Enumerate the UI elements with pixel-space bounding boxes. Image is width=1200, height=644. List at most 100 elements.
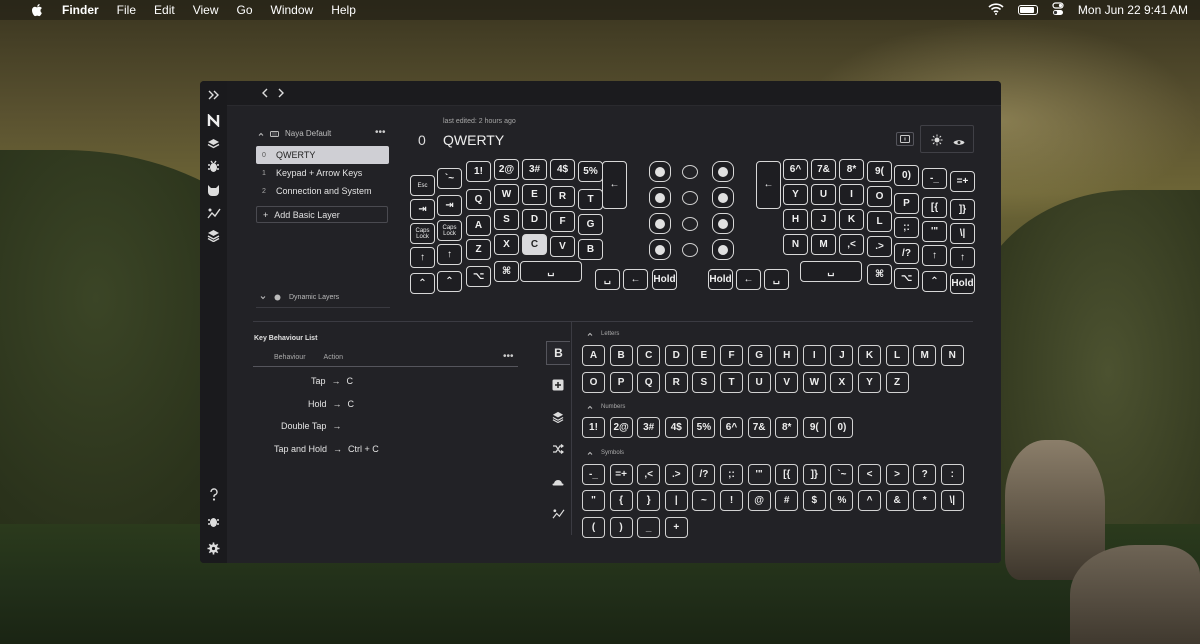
keyboard-key[interactable]: ⌃	[922, 271, 947, 292]
keyboard-key[interactable]: F	[550, 211, 575, 232]
palette-key[interactable]: |	[664, 490, 688, 511]
keyboard-key[interactable]: L	[867, 211, 892, 232]
brightness-icon[interactable]	[931, 133, 943, 151]
keyboard-key[interactable]: Caps Lock	[437, 220, 462, 241]
keyboard-key[interactable]: R	[550, 186, 575, 207]
palette-key[interactable]: A	[582, 345, 605, 366]
palette-key[interactable]: F	[720, 345, 743, 366]
palette-key[interactable]: N	[940, 345, 964, 366]
keyboard-key[interactable]: Q	[466, 189, 491, 210]
eye-icon[interactable]	[953, 134, 965, 152]
keyboard-key[interactable]: 2@	[494, 159, 519, 180]
keyboard-key[interactable]: Hold	[708, 269, 733, 290]
tab-gestures[interactable]	[546, 501, 570, 525]
tab-layers[interactable]	[546, 405, 570, 429]
palette-key[interactable]: K	[858, 345, 881, 366]
keyboard-key[interactable]: I	[839, 184, 864, 205]
keyboard-key[interactable]: J	[811, 209, 836, 230]
keyboard-key[interactable]: U	[811, 184, 836, 205]
menu-edit[interactable]: Edit	[154, 3, 175, 17]
keyboard-key[interactable]: ,<	[839, 234, 864, 255]
numbers-section-header[interactable]: Numbers	[587, 404, 625, 410]
palette-key[interactable]: S	[692, 372, 716, 393]
palette-key[interactable]: _	[637, 517, 661, 538]
keyboard-key[interactable]: 1!	[466, 161, 491, 182]
keyboard-key[interactable]: E	[522, 184, 547, 205]
palette-key[interactable]: "	[582, 490, 605, 511]
keyboard-key[interactable]: Hold	[950, 273, 975, 294]
palette-key[interactable]: \|	[940, 490, 964, 511]
keyboard-key[interactable]: K	[839, 209, 864, 230]
info-panel-button[interactable]	[896, 132, 914, 146]
keyboard-key[interactable]: N	[783, 234, 808, 255]
keyboard-key[interactable]: '"	[922, 221, 947, 242]
palette-key[interactable]: *	[913, 490, 937, 511]
keyboard-key[interactable]: 6^	[783, 159, 808, 180]
palette-key[interactable]: ^	[858, 490, 881, 511]
palette-key[interactable]: 9(	[802, 417, 826, 438]
palette-key[interactable]: G	[747, 345, 771, 366]
control-center-icon[interactable]	[1052, 1, 1064, 19]
mouse-button-key[interactable]	[649, 187, 671, 208]
keyboard-key[interactable]: 3#	[522, 159, 547, 180]
keyboard-key[interactable]: ␣	[800, 261, 862, 282]
cat-icon[interactable]	[206, 182, 221, 197]
menu-window[interactable]: Window	[271, 3, 314, 17]
palette-key[interactable]: R	[664, 372, 688, 393]
mouse-button-key[interactable]	[712, 213, 734, 234]
menu-view[interactable]: View	[193, 3, 219, 17]
keyboard-key[interactable]: ]}	[950, 199, 975, 220]
keyboard-key[interactable]: T	[578, 189, 603, 210]
palette-key[interactable]: `~	[830, 464, 854, 485]
palette-key[interactable]: 0)	[830, 417, 854, 438]
layer-group-more-icon[interactable]: •••	[375, 127, 386, 138]
keyboard-key[interactable]: ←	[736, 269, 761, 290]
palette-key[interactable]: }	[637, 490, 661, 511]
back-arrow-icon[interactable]	[258, 86, 272, 100]
symbols-section-header[interactable]: Symbols	[587, 450, 624, 456]
palette-key[interactable]: L	[885, 345, 909, 366]
palette-key[interactable]: ?	[913, 464, 937, 485]
palette-key[interactable]: W	[802, 372, 826, 393]
keyboard-key[interactable]: Hold	[652, 269, 677, 290]
keyboard-key[interactable]: A	[466, 215, 491, 236]
layer-title[interactable]: QWERTY	[443, 132, 504, 148]
tab-mouse[interactable]	[546, 469, 570, 493]
keyboard-key[interactable]: ␣	[764, 269, 789, 290]
keyboard-key[interactable]: 0)	[894, 165, 919, 186]
keyboard-key[interactable]: Esc	[410, 175, 435, 196]
palette-key[interactable]: U	[747, 372, 771, 393]
keyboard-key[interactable]: ⇥	[410, 199, 435, 220]
tab-basic-keys[interactable]: B	[546, 341, 570, 365]
palette-key[interactable]: =+	[609, 464, 633, 485]
keyboard-key[interactable]: ⌘	[494, 261, 519, 282]
keyboard-key[interactable]: ⌃	[437, 271, 462, 292]
keyboard-key[interactable]: ⌃	[410, 273, 435, 294]
expand-sidebar-icon[interactable]	[206, 87, 221, 102]
mouse-button-key[interactable]	[649, 239, 671, 260]
keyboard-key[interactable]: ←	[756, 161, 781, 209]
palette-key[interactable]: /?	[692, 464, 716, 485]
palette-key[interactable]: !	[720, 490, 743, 511]
keyboard-key[interactable]: Caps Lock	[410, 223, 435, 244]
menu-file[interactable]: File	[117, 3, 136, 17]
behaviour-row-tap[interactable]: Tap → C	[311, 376, 353, 386]
behaviour-row-double-tap[interactable]: Double Tap →	[281, 421, 347, 431]
menu-finder[interactable]: Finder	[62, 3, 99, 17]
layer-item-qwerty[interactable]: 0 QWERTY	[256, 146, 389, 164]
behaviour-row-tap-and-hold[interactable]: Tap and Hold → Ctrl + C	[274, 444, 379, 454]
keyboard-key[interactable]: P	[894, 193, 919, 214]
palette-key[interactable]: P	[609, 372, 633, 393]
keyboard-key[interactable]: ↑	[410, 247, 435, 268]
keyboard-key[interactable]: 7&	[811, 159, 836, 180]
palette-key[interactable]: 8*	[775, 417, 799, 438]
layers-box-icon[interactable]	[206, 136, 221, 151]
keyboard-key[interactable]: 4$	[550, 159, 575, 180]
palette-key[interactable]: Y	[858, 372, 881, 393]
mouse-button-key[interactable]	[649, 161, 671, 182]
keyboard-key[interactable]: D	[522, 209, 547, 230]
keyboard-key[interactable]: [{	[922, 197, 947, 218]
palette-key[interactable]: -_	[582, 464, 605, 485]
letters-section-header[interactable]: Letters	[587, 331, 619, 337]
keyboard-key[interactable]: 8*	[839, 159, 864, 180]
